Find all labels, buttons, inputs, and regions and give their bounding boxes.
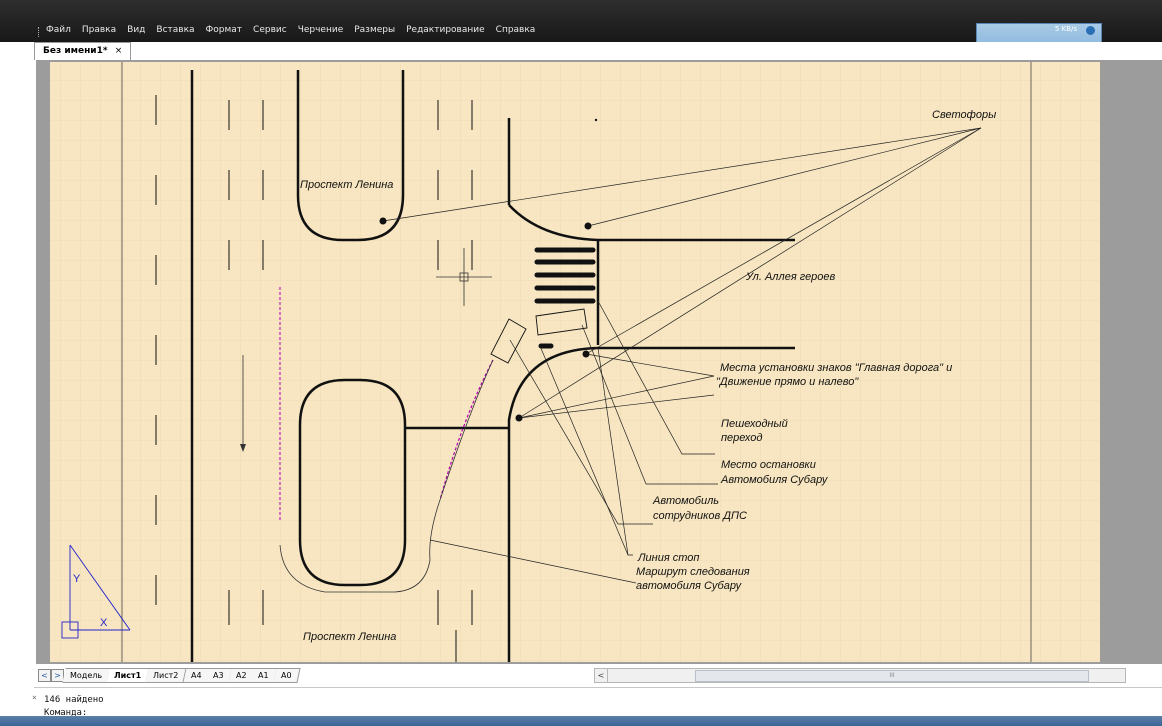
command-history-line: 146 найдено (44, 695, 104, 705)
tab-sheet2[interactable]: Лист2 (145, 668, 188, 683)
horizontal-scrollbar[interactable]: < III (594, 668, 1126, 683)
menu-insert[interactable]: Вставка (156, 25, 194, 35)
label-perekhod-2: переход (721, 432, 763, 444)
menu-format[interactable]: Формат (206, 25, 243, 35)
label-mesta-1: Места установки знаков "Главная дорога" … (720, 362, 952, 374)
document-tab-row: Без имени1* × (0, 42, 1162, 60)
menu-dimensions[interactable]: Размеры (354, 25, 395, 35)
ucs-x-label: X (100, 617, 108, 629)
tab-sheet1-label: Лист1 (114, 671, 142, 680)
document-tab-title: Без имени1* (43, 46, 108, 56)
label-liniya: Линия стоп (637, 552, 699, 564)
scroll-left-button[interactable]: < (595, 669, 608, 682)
label-alleya: Ул. Аллея героев (745, 271, 836, 283)
tab-model[interactable]: Модель (62, 668, 111, 683)
tab-a0[interactable]: A0 (273, 668, 301, 683)
main-menu: Файл Правка Вид Вставка Формат Сервис Че… (46, 25, 535, 35)
scroll-thumb[interactable]: III (695, 670, 1089, 682)
label-ostanovka-2: Автомобиля Субару (720, 474, 829, 486)
menu-help[interactable]: Справка (496, 25, 536, 35)
command-close-icon[interactable]: × (32, 693, 37, 702)
label-dps-2: сотрудников ДПС (653, 510, 747, 522)
menu-modify[interactable]: Редактирование (406, 25, 485, 35)
menu-file[interactable]: Файл (46, 25, 71, 35)
menu-bar: Файл Правка Вид Вставка Формат Сервис Че… (0, 0, 1162, 59)
sheet-tabs: Модель Лист1 Лист2 A4 A3 A2 A1 A0 (62, 668, 301, 683)
layout-tab-bar: < > Модель Лист1 Лист2 A4 A3 A2 A1 A0 < … (36, 664, 1162, 688)
drawing-canvas[interactable]: Светофоры Проспект Ленина Ул. Аллея геро… (36, 60, 1162, 664)
close-icon[interactable]: × (115, 46, 123, 56)
network-icon (1086, 26, 1095, 35)
sheet-prev-button[interactable]: < (38, 669, 51, 682)
tab-a2-label: A2 (235, 671, 247, 680)
tab-a3-label: A3 (213, 671, 224, 680)
menu-draw[interactable]: Черчение (298, 25, 344, 35)
label-perekhod-1: Пешеходный (721, 418, 788, 430)
label-svetofory: Светофоры (932, 109, 996, 121)
label-prospekt-top: Проспект Ленина (300, 179, 393, 191)
menu-edit[interactable]: Правка (82, 25, 116, 35)
ucs-y-label: Y (73, 573, 81, 585)
document-tab[interactable]: Без имени1* × (34, 42, 132, 60)
menu-view[interactable]: Вид (127, 25, 145, 35)
label-marshrut-1: Маршрут следования (636, 566, 750, 578)
network-rate: 5 KB/s (1054, 25, 1077, 33)
drawing-svg[interactable]: Светофоры Проспект Ленина Ул. Аллея геро… (36, 60, 1162, 664)
label-marshrut-2: автомобиля Субару (636, 580, 743, 592)
tab-sheet1[interactable]: Лист1 (106, 668, 150, 683)
taskbar (0, 716, 1162, 726)
menu-service[interactable]: Сервис (253, 25, 287, 35)
toolbar-grip[interactable] (38, 27, 41, 37)
tab-a0-label: A0 (280, 671, 292, 680)
label-ostanovka-1: Место остановки (721, 459, 816, 471)
tab-a1-label: A1 (258, 671, 269, 680)
tab-a4-label: A4 (190, 671, 202, 680)
label-dps-1: Автомобиль (652, 495, 719, 507)
tab-sheet2-label: Лист2 (153, 671, 179, 680)
label-mesta-2: "Движение прямо и налево" (716, 376, 859, 388)
label-prospekt-bottom: Проспект Ленина (303, 631, 396, 643)
tab-model-label: Модель (70, 671, 103, 680)
